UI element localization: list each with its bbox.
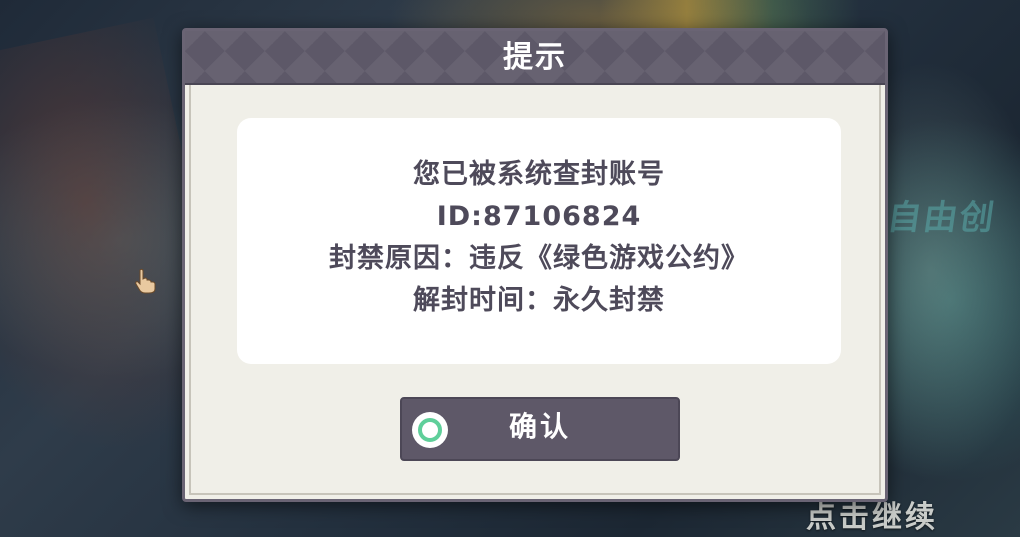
unban-time: 解封时间：永久封禁 bbox=[413, 285, 665, 316]
background-banner-text: 自由创 bbox=[884, 198, 999, 238]
dialog-title: 提示 bbox=[503, 40, 567, 75]
account-id: ID:87106824 bbox=[436, 201, 642, 232]
ban-notice-dialog: 提示 您已被系统查封账号 ID:87106824 封禁原因：违反《绿色游戏公约》… bbox=[182, 28, 888, 502]
ban-reason: 封禁原因：违反《绿色游戏公约》 bbox=[329, 243, 749, 274]
background-top-art bbox=[600, 0, 860, 30]
hand-pointer-icon bbox=[135, 268, 156, 294]
ban-message: 您已被系统查封账号 bbox=[413, 159, 665, 190]
confirm-button-label: 确认 bbox=[508, 410, 571, 443]
message-card: 您已被系统查封账号 ID:87106824 封禁原因：违反《绿色游戏公约》 解封… bbox=[237, 118, 841, 364]
game-scene[interactable]: 自由创 点击继续 提示 您已被系统查封账号 ID:87106824 封禁原因：违… bbox=[0, 0, 1020, 537]
confirm-button[interactable]: 确认 bbox=[400, 397, 680, 461]
